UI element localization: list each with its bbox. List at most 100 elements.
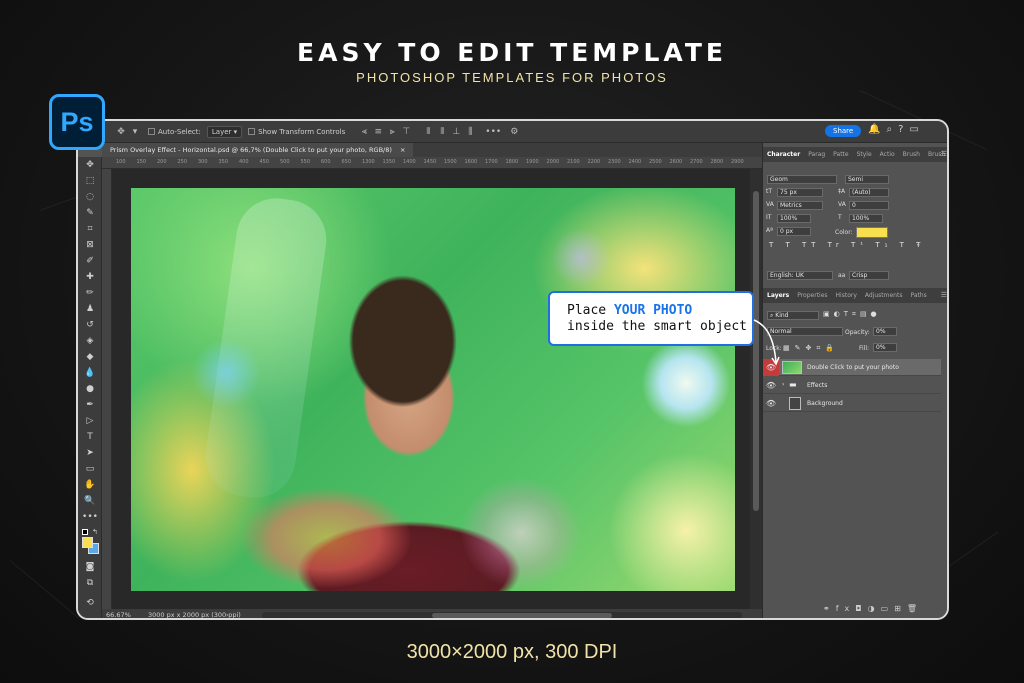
layers-panel-menu-icon[interactable]: ☰ — [941, 291, 947, 299]
horizontal-scale-field[interactable]: 100% — [849, 214, 883, 223]
align-top-icon[interactable]: ⊤ — [399, 127, 413, 137]
layers-panel-tab[interactable]: Paths — [906, 292, 930, 299]
text-color-swatch[interactable] — [856, 227, 888, 238]
language-dropdown[interactable]: English: UK — [767, 271, 833, 280]
eraser-tool-icon[interactable]: ◈ — [78, 333, 102, 349]
crop-tool-icon[interactable]: ⌗ — [78, 221, 102, 237]
chevron-down-icon[interactable]: ▾ — [128, 127, 142, 137]
move-tool-icon[interactable]: ✥ — [78, 157, 102, 173]
zoom-level[interactable]: 66.67% — [106, 611, 131, 618]
mask-icon[interactable]: ◘ — [855, 604, 867, 613]
brush-tool-icon[interactable]: ✏ — [78, 285, 102, 301]
distribute-bottom-icon[interactable]: ⊥ — [449, 127, 463, 137]
font-style-dropdown[interactable]: Semi — [845, 175, 889, 184]
blur-tool-icon[interactable]: 💧 — [78, 365, 102, 381]
history-brush-tool-icon[interactable]: ↺ — [78, 317, 102, 333]
dodge-tool-icon[interactable]: ● — [78, 381, 102, 397]
lasso-tool-icon[interactable]: ◌ — [78, 189, 102, 205]
chevron-right-icon[interactable]: › — [782, 381, 784, 388]
bell-icon[interactable]: 🔔 — [868, 124, 886, 135]
frame-share-icon[interactable]: ⟲ — [78, 595, 102, 611]
paint-bucket-tool-icon[interactable]: ◆ — [78, 349, 102, 365]
layers-panel-tab[interactable]: Properties — [793, 292, 831, 299]
move-tool-icon[interactable]: ✥ — [114, 127, 128, 137]
layer-row-smart-object[interactable]: 👁 Double Click to put your photo — [763, 359, 941, 376]
document-tab[interactable]: Prism Overlay Effect - Horizontal.psd @ … — [102, 143, 414, 157]
font-size-field[interactable]: 75 px — [777, 188, 823, 197]
layers-panel-tab[interactable]: Layers — [763, 292, 793, 299]
layer-filter-icons[interactable]: ▣◐T⌗▤● — [823, 310, 881, 319]
type-style-buttons[interactable]: T T TT Tr T¹ T₁ T Ŧ — [769, 241, 925, 249]
character-panel-tab[interactable]: Character — [763, 151, 804, 158]
workspace-icon[interactable]: ▭ — [909, 124, 924, 135]
help-icon[interactable]: ? — [898, 124, 909, 135]
more-options-icon[interactable]: ••• — [485, 127, 501, 137]
baseline-field[interactable]: 0 px — [777, 227, 811, 236]
auto-select-checkbox[interactable] — [148, 128, 155, 135]
status-arrow-icon[interactable]: › — [226, 611, 229, 618]
quick-select-tool-icon[interactable]: ✎ — [78, 205, 102, 221]
pen-tool-icon[interactable]: ✒ — [78, 397, 102, 413]
align-left-icon[interactable]: ⫷ — [357, 127, 371, 137]
frame-tool-icon[interactable]: ⊠ — [78, 237, 102, 253]
character-panel-tab[interactable]: Actio — [876, 151, 899, 158]
path-select-tool-icon[interactable]: ▷ — [78, 413, 102, 429]
new-group-icon[interactable]: ▭ — [881, 604, 895, 613]
direct-select-tool-icon[interactable]: ➤ — [78, 445, 102, 461]
fx-icon[interactable]: fx — [836, 604, 856, 613]
close-icon[interactable]: × — [400, 146, 405, 154]
vertical-scale-field[interactable]: 100% — [777, 214, 811, 223]
character-panel-tab[interactable]: Brush — [899, 151, 924, 158]
eye-icon[interactable]: 👁 — [763, 377, 779, 394]
layer-row-effects[interactable]: 👁 › ▬ Effects — [763, 377, 941, 394]
gear-icon[interactable]: ⚙ — [507, 127, 521, 137]
search-icon[interactable]: ⌕ — [886, 124, 898, 135]
distribute-icon[interactable]: ⦀ — [421, 127, 435, 137]
character-panel-tab[interactable]: Style — [853, 151, 876, 158]
font-family-dropdown[interactable]: Geom — [767, 175, 837, 184]
quick-mask-icon[interactable]: ◙ — [78, 559, 102, 575]
vertical-scrollbar[interactable] — [750, 169, 762, 609]
swap-colors-icon[interactable]: ↰ — [92, 528, 98, 536]
hand-tool-icon[interactable]: ✋ — [78, 477, 102, 493]
share-button[interactable]: Share — [825, 125, 862, 137]
eye-icon[interactable]: 👁 — [763, 395, 779, 412]
distribute-middle-icon[interactable]: ⦀ — [435, 127, 449, 137]
more-tools-icon[interactable]: ••• — [78, 509, 102, 525]
stamp-tool-icon[interactable]: ♟ — [78, 301, 102, 317]
link-icon[interactable]: ⚭ — [823, 604, 836, 613]
layers-panel-tab[interactable]: Adjustments — [861, 292, 907, 299]
eyedropper-tool-icon[interactable]: ✐ — [78, 253, 102, 269]
panel-menu-icon[interactable]: ☰ — [941, 150, 947, 158]
marquee-tool-icon[interactable]: ⬚ — [78, 173, 102, 189]
opacity-field[interactable]: 0% — [873, 327, 897, 336]
fill-field[interactable]: 0% — [873, 343, 897, 352]
foreground-color-swatch[interactable] — [82, 537, 93, 548]
character-panel-tab[interactable]: Patte — [829, 151, 852, 158]
align-center-icon[interactable]: ≡ — [371, 127, 385, 137]
healing-tool-icon[interactable]: ✚ — [78, 269, 102, 285]
canvas-photo[interactable] — [131, 188, 735, 591]
lock-icons[interactable]: ▦✎✥⌗🔒 — [783, 344, 839, 353]
new-layer-icon[interactable]: ⊞ — [894, 604, 907, 613]
show-transform-checkbox[interactable] — [248, 128, 256, 135]
adjustment-icon[interactable]: ◑ — [868, 604, 881, 613]
distribute-horizontal-icon[interactable]: ⫼ — [463, 127, 477, 137]
horizontal-scrollbar[interactable] — [262, 612, 742, 618]
trash-icon[interactable]: 🗑 — [907, 604, 923, 613]
type-tool-icon[interactable]: T — [78, 429, 102, 445]
leading-field[interactable]: (Auto) — [849, 188, 889, 197]
layer-row-background[interactable]: 👁 Background — [763, 395, 941, 412]
kerning-field[interactable]: Metrics — [777, 201, 823, 210]
screen-mode-icon[interactable]: ⧉ — [78, 575, 102, 591]
tracking-field[interactable]: 0 — [849, 201, 889, 210]
antialias-dropdown[interactable]: Crisp — [849, 271, 889, 280]
default-colors-icon[interactable] — [82, 529, 88, 535]
layers-panel-tab[interactable]: History — [832, 292, 861, 299]
zoom-tool-icon[interactable]: 🔍 — [78, 493, 102, 509]
rectangle-tool-icon[interactable]: ▭ — [78, 461, 102, 477]
auto-select-dropdown[interactable]: Layer ▾ — [206, 125, 243, 138]
horizontal-scroll-thumb[interactable] — [432, 613, 612, 618]
align-right-icon[interactable]: ⫸ — [385, 127, 399, 137]
character-panel-tab[interactable]: Parag — [804, 151, 829, 158]
